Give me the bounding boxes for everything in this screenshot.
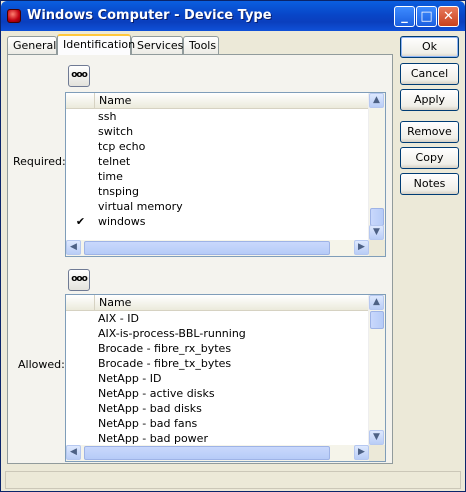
- tab-general[interactable]: General: [7, 36, 57, 54]
- scroll-down-icon[interactable]: ▼: [369, 430, 384, 445]
- allowed-horizontal-scrollbar[interactable]: ◀ ▶: [66, 445, 369, 461]
- list-item-name: ssh: [98, 110, 117, 123]
- list-item-name: time: [98, 170, 123, 183]
- check-column-header[interactable]: [66, 295, 95, 311]
- list-item-name: windows: [98, 215, 146, 228]
- list-item[interactable]: NetApp - ID: [66, 371, 369, 386]
- device-type-window: Windows Computer - Device Type _ □ ✕ Gen…: [0, 0, 466, 492]
- name-column-header[interactable]: Name: [95, 93, 385, 109]
- allowed-list-header: Name: [66, 295, 385, 311]
- list-item-name: NetApp - active disks: [98, 387, 215, 400]
- list-item-name: NetApp - bad disks: [98, 402, 202, 415]
- scroll-down-icon[interactable]: ▼: [369, 225, 384, 240]
- tab-services[interactable]: Services: [131, 36, 183, 54]
- maximize-button[interactable]: □: [416, 6, 437, 27]
- scroll-thumb[interactable]: [84, 241, 330, 255]
- identification-panel: ooo Required: Name ssh switch tcp echo teln…: [7, 54, 393, 464]
- list-item-name: tcp echo: [98, 140, 146, 153]
- scroll-right-icon[interactable]: ▶: [354, 240, 369, 255]
- maximize-icon: □: [420, 9, 433, 24]
- scroll-corner: [369, 240, 385, 256]
- allowed-browse-button[interactable]: ooo: [68, 269, 90, 291]
- list-item[interactable]: NetApp - active disks: [66, 386, 369, 401]
- copy-button[interactable]: Copy: [400, 147, 459, 169]
- close-icon: ✕: [443, 9, 454, 24]
- minimize-button[interactable]: _: [394, 6, 415, 27]
- scroll-left-icon[interactable]: ◀: [66, 445, 81, 460]
- list-item-name: Brocade - fibre_rx_bytes: [98, 342, 232, 355]
- tab-identification[interactable]: Identification: [57, 34, 135, 55]
- list-item[interactable]: NetApp - bad fans: [66, 416, 369, 431]
- list-item-name: tnsping: [98, 185, 140, 198]
- list-item-name: Brocade - fibre_tx_bytes: [98, 357, 232, 370]
- list-item-name: telnet: [98, 155, 131, 168]
- list-item[interactable]: NetApp - bad power: [66, 431, 369, 446]
- checkmark-icon[interactable]: ✔: [66, 214, 95, 229]
- status-bar: [5, 471, 461, 489]
- cancel-button[interactable]: Cancel: [400, 63, 459, 85]
- list-item[interactable]: Brocade - fibre_rx_bytes: [66, 341, 369, 356]
- list-item[interactable]: ✔ windows: [66, 214, 369, 229]
- list-item[interactable]: NetApp - bad disks: [66, 401, 369, 416]
- required-label: Required:: [13, 155, 66, 168]
- list-item[interactable]: AIX-is-process-BBL-running: [66, 326, 369, 341]
- list-item-name: AIX - ID: [98, 312, 139, 325]
- list-item-name: switch: [98, 125, 134, 138]
- list-item[interactable]: virtual memory: [66, 199, 369, 214]
- scroll-right-icon[interactable]: ▶: [354, 445, 369, 460]
- apply-button[interactable]: Apply: [400, 89, 459, 111]
- list-item[interactable]: Brocade - fibre_tx_bytes: [66, 356, 369, 371]
- app-icon: [7, 9, 21, 23]
- list-item[interactable]: ssh: [66, 109, 369, 124]
- allowed-rows: AIX - ID AIX-is-process-BBL-running Brocad…: [66, 311, 369, 446]
- notes-button[interactable]: Notes: [400, 173, 459, 195]
- required-vertical-scrollbar[interactable]: ▲ ▼: [368, 93, 385, 240]
- required-horizontal-scrollbar[interactable]: ◀ ▶: [66, 240, 369, 256]
- minimize-icon: _: [401, 9, 408, 24]
- list-item[interactable]: tnsping: [66, 184, 369, 199]
- list-item-name: virtual memory: [98, 200, 183, 213]
- title-bar[interactable]: Windows Computer - Device Type _ □ ✕: [1, 1, 465, 31]
- remove-button[interactable]: Remove: [400, 121, 459, 143]
- list-item[interactable]: time: [66, 169, 369, 184]
- scroll-thumb[interactable]: [84, 446, 330, 460]
- required-list-header: Name: [66, 93, 385, 109]
- check-column-header[interactable]: [66, 93, 95, 109]
- scroll-thumb[interactable]: [370, 208, 384, 226]
- list-item[interactable]: telnet: [66, 154, 369, 169]
- list-item-name: NetApp - bad fans: [98, 417, 198, 430]
- allowed-label: Allowed:: [18, 358, 65, 371]
- allowed-vertical-scrollbar[interactable]: ▲ ▼: [368, 295, 385, 445]
- scroll-corner: [369, 445, 385, 461]
- list-item[interactable]: switch: [66, 124, 369, 139]
- window-title: Windows Computer - Device Type: [27, 8, 272, 23]
- scroll-up-icon[interactable]: ▲: [369, 295, 384, 310]
- ok-button[interactable]: Ok: [400, 36, 459, 58]
- list-item-name: AIX-is-process-BBL-running: [98, 327, 246, 340]
- list-item[interactable]: AIX - ID: [66, 311, 369, 326]
- scroll-thumb[interactable]: [370, 311, 384, 329]
- required-browse-button[interactable]: ooo: [68, 65, 90, 87]
- close-button[interactable]: ✕: [438, 6, 459, 27]
- tab-tools[interactable]: Tools: [183, 36, 219, 54]
- list-item-name: NetApp - ID: [98, 372, 162, 385]
- allowed-list[interactable]: Name AIX - ID AIX-is-process-BBL-running B…: [65, 294, 386, 462]
- scroll-left-icon[interactable]: ◀: [66, 240, 81, 255]
- required-rows: ssh switch tcp echo telnet time tnsping virtua…: [66, 109, 369, 229]
- scroll-up-icon[interactable]: ▲: [369, 93, 384, 108]
- required-list[interactable]: Name ssh switch tcp echo telnet time tnsping v…: [65, 92, 386, 257]
- list-item-name: NetApp - bad power: [98, 432, 208, 445]
- name-column-header[interactable]: Name: [95, 295, 385, 311]
- list-item[interactable]: tcp echo: [66, 139, 369, 154]
